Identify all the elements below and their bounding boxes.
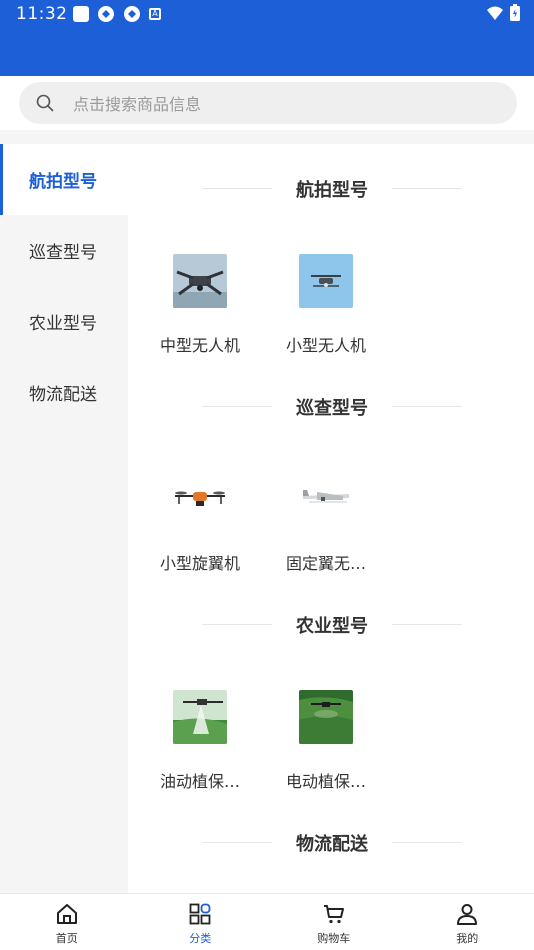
- product-card[interactable]: 小型旋翼机: [145, 452, 255, 574]
- rotor-drone-icon: [173, 472, 227, 526]
- status-bar: 11:32 A: [0, 0, 534, 76]
- wifi-icon: [487, 6, 503, 20]
- divider-line: [392, 188, 462, 189]
- bottom-navigation: 首页 分类 购物车 我的: [0, 893, 534, 950]
- sidebar-item-patrol[interactable]: 巡查型号: [0, 215, 128, 286]
- section-header: 巡查型号: [128, 362, 534, 452]
- spray-drone-icon: [173, 690, 227, 744]
- search-placeholder: 点击搜索商品信息: [73, 95, 202, 114]
- nav-home[interactable]: 首页: [0, 894, 134, 950]
- field-drone-icon: [299, 690, 353, 744]
- battery-icon: [510, 4, 520, 21]
- section-aerial: 航拍型号 中型无人机 小型无人机: [128, 144, 534, 362]
- product-name: 小型无人机: [285, 336, 366, 355]
- product-card[interactable]: 电动植保…: [271, 670, 381, 792]
- section-logistics: 物流配送: [128, 798, 534, 888]
- product-name: 电动植保…: [285, 772, 366, 791]
- fixed-wing-icon: [299, 472, 353, 526]
- profile-icon: [457, 904, 478, 925]
- nav-label: 首页: [55, 932, 78, 945]
- product-card[interactable]: 中型无人机: [145, 234, 255, 356]
- product-row: 中型无人机 小型无人机: [128, 234, 534, 362]
- product-card[interactable]: 油动植保…: [145, 670, 255, 792]
- product-card[interactable]: 固定翼无…: [271, 452, 381, 574]
- nav-label: 购物车: [317, 932, 351, 945]
- nav-category[interactable]: 分类: [134, 894, 268, 950]
- status-time: 11:32: [16, 4, 68, 24]
- product-card[interactable]: 小型无人机: [271, 234, 381, 356]
- system-icons: [486, 4, 520, 21]
- section-title: 物流配送: [296, 834, 368, 855]
- category-icon: [189, 903, 211, 925]
- divider-line: [202, 406, 272, 407]
- search-input[interactable]: 点击搜索商品信息: [19, 82, 517, 124]
- section-agriculture: 农业型号 油动植保… 电动植保…: [128, 580, 534, 798]
- product-name: 固定翼无…: [285, 554, 366, 573]
- divider-line: [392, 406, 462, 407]
- divider-line: [202, 188, 272, 189]
- search-icon: [36, 94, 54, 112]
- font-icon: A: [149, 8, 161, 20]
- cart-icon: [323, 905, 344, 924]
- product-list: 航拍型号 中型无人机 小型无人机 巡查型号 小型旋翼机 固定翼无… 农业型号 油…: [128, 144, 534, 893]
- section-title: 航拍型号: [296, 180, 368, 201]
- product-name: 油动植保…: [159, 772, 240, 791]
- section-patrol: 巡查型号 小型旋翼机 固定翼无…: [128, 362, 534, 580]
- product-row: 油动植保… 电动植保…: [128, 670, 534, 798]
- divider: [0, 130, 534, 144]
- category-sidebar: 航拍型号 巡查型号 农业型号 物流配送: [0, 144, 128, 893]
- app-notification-icon: [73, 6, 89, 22]
- nav-cart[interactable]: 购物车: [267, 894, 401, 950]
- section-header: 物流配送: [128, 798, 534, 888]
- product-name: 小型旋翼机: [159, 554, 240, 573]
- sidebar-item-logistics[interactable]: 物流配送: [0, 357, 128, 428]
- section-header: 航拍型号: [128, 144, 534, 234]
- section-header: 农业型号: [128, 580, 534, 670]
- drone-photo-icon: [173, 254, 227, 308]
- home-icon: [56, 904, 77, 924]
- nav-label: 分类: [189, 932, 212, 945]
- section-title: 巡查型号: [296, 398, 368, 419]
- divider-line: [392, 624, 462, 625]
- search-area: 点击搜索商品信息: [0, 76, 534, 130]
- product-row: 小型旋翼机 固定翼无…: [128, 452, 534, 580]
- divider-line: [392, 842, 462, 843]
- sidebar-item-aerial[interactable]: 航拍型号: [0, 144, 128, 215]
- sync-icon: [98, 6, 114, 22]
- sidebar-item-agriculture[interactable]: 农业型号: [0, 286, 128, 357]
- notification-icons: A: [73, 5, 161, 23]
- drone-sky-icon: [299, 254, 353, 308]
- divider-line: [202, 624, 272, 625]
- nav-label: 我的: [456, 932, 479, 945]
- divider-line: [202, 842, 272, 843]
- nav-profile[interactable]: 我的: [401, 894, 534, 950]
- product-name: 中型无人机: [159, 336, 240, 355]
- sync-icon-2: [124, 6, 140, 22]
- section-title: 农业型号: [296, 616, 368, 637]
